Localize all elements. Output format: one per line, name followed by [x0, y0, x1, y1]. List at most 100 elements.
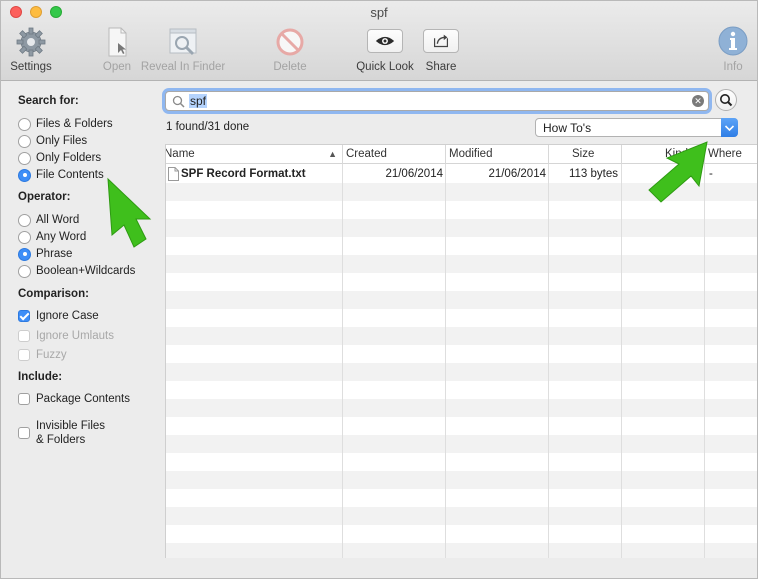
share-label: Share [425, 61, 457, 73]
reveal-in-finder-button[interactable]: Reveal In Finder [138, 25, 228, 77]
share-control[interactable] [423, 29, 459, 53]
search-options-sidebar: Search for: Files & Folders Only Files O… [1, 82, 164, 578]
results-table: Name ▲ Created Modified Size Kind Where … [165, 144, 757, 558]
option-label: Only Folders [36, 152, 102, 164]
option-label: All Word [36, 214, 80, 226]
reveal-label: Reveal In Finder [140, 61, 226, 73]
option-label: Files & Folders [36, 118, 113, 130]
toolbar: spf Settings Open Reveal In Finder Delet… [1, 1, 757, 81]
option-file-contents[interactable]: File Contents [18, 167, 104, 183]
column-header-created[interactable]: Created [342, 145, 446, 164]
window-title: spf [370, 5, 388, 20]
option-only-folders[interactable]: Only Folders [18, 150, 101, 166]
option-label: Only Files [36, 135, 88, 147]
clear-search-icon[interactable]: ✕ [692, 95, 704, 107]
option-files-and-folders[interactable]: Files & Folders [18, 116, 113, 132]
quick-look-button[interactable]: Quick Look [353, 25, 417, 77]
cell-size: 113 bytes [568, 168, 618, 180]
table-header: Name ▲ Created Modified Size Kind Where [165, 145, 757, 164]
delete-label: Delete [273, 61, 307, 73]
eye-icon [375, 36, 395, 46]
option-label: Package Contents [36, 393, 130, 405]
column-header-kind[interactable]: Kind [621, 145, 705, 164]
radio-button[interactable] [18, 151, 31, 165]
comparison-heading: Comparison: [18, 288, 89, 300]
row-stripe [166, 291, 757, 309]
column-divider [445, 145, 446, 558]
share-icon [433, 34, 449, 48]
row-stripe [166, 543, 757, 558]
option-label: Invisible Files & Folders [36, 419, 105, 447]
option-label: Boolean+Wildcards [36, 265, 136, 277]
option-fuzzy: Fuzzy [18, 347, 67, 363]
row-stripe [166, 399, 757, 417]
search-icon [720, 94, 733, 107]
info-button[interactable]: Info [713, 25, 753, 77]
scope-popup[interactable]: How To's [535, 118, 738, 137]
row-stripe [166, 219, 757, 237]
option-label: File Contents [36, 169, 104, 181]
radio-button[interactable] [18, 230, 31, 244]
search-input[interactable]: spf ✕ [165, 91, 709, 111]
radio-button[interactable] [18, 117, 31, 131]
column-header-size[interactable]: Size [548, 145, 622, 164]
radio-button-selected[interactable] [18, 247, 31, 261]
search-for-heading: Search for: [18, 95, 79, 107]
radio-button[interactable] [18, 134, 31, 148]
option-boolean-wildcards[interactable]: Boolean+Wildcards [18, 263, 135, 279]
option-phrase[interactable]: Phrase [18, 246, 72, 262]
column-header-label: Name [165, 148, 195, 160]
option-ignore-case[interactable]: Ignore Case [18, 308, 99, 324]
row-stripe [166, 471, 757, 489]
cell-kind: txt [688, 168, 701, 180]
column-divider [342, 145, 343, 558]
option-only-files[interactable]: Only Files [18, 133, 87, 149]
row-stripe [166, 507, 757, 525]
option-package-contents[interactable]: Package Contents [18, 391, 130, 407]
quick-look-control[interactable] [367, 29, 403, 53]
row-stripe [166, 435, 757, 453]
delete-button[interactable]: Delete [267, 25, 313, 77]
table-row[interactable]: SPF Record Format.txt 21/06/2014 21/06/2… [166, 165, 757, 183]
text-file-icon [168, 167, 179, 181]
option-ignore-umlauts: Ignore Umlauts [18, 328, 114, 344]
quick-look-label: Quick Look [356, 61, 414, 73]
no-entry-icon [276, 28, 304, 56]
column-divider [621, 145, 622, 558]
option-label: Ignore Case [36, 310, 99, 322]
info-icon [718, 26, 748, 56]
search-button[interactable] [715, 89, 737, 111]
column-divider [704, 145, 705, 558]
info-label: Info [723, 61, 743, 73]
column-header-modified[interactable]: Modified [445, 145, 549, 164]
row-stripe [166, 327, 757, 345]
open-button[interactable]: Open [95, 25, 139, 77]
checkbox[interactable] [18, 427, 30, 439]
open-label: Open [102, 61, 132, 73]
option-all-word[interactable]: All Word [18, 212, 79, 228]
table-body [166, 165, 757, 558]
radio-button[interactable] [18, 213, 31, 227]
cell-name: SPF Record Format.txt [181, 168, 306, 180]
option-any-word[interactable]: Any Word [18, 229, 86, 245]
radio-button[interactable] [18, 264, 31, 278]
include-heading: Include: [18, 371, 63, 383]
checkbox-checked[interactable] [18, 310, 30, 322]
bottom-bar [1, 558, 757, 578]
settings-button[interactable]: Settings [3, 25, 59, 77]
share-button[interactable]: Share [419, 25, 463, 77]
checkbox-disabled [18, 349, 30, 361]
search-query[interactable]: spf [189, 94, 208, 108]
checkbox-disabled [18, 330, 30, 342]
option-invisible-files[interactable]: Invisible Files & Folders [18, 418, 105, 448]
operator-heading: Operator: [18, 191, 71, 203]
chevron-down-icon[interactable] [721, 118, 738, 137]
option-label-line2: & Folders [36, 434, 86, 446]
checkbox[interactable] [18, 393, 30, 405]
row-stripe [166, 363, 757, 381]
document-icon [108, 27, 127, 57]
column-header-where[interactable]: Where [704, 145, 757, 164]
cell-modified: 21/06/2014 [488, 168, 546, 180]
column-header-name[interactable]: Name ▲ [165, 145, 343, 164]
radio-button-selected[interactable] [18, 168, 31, 182]
